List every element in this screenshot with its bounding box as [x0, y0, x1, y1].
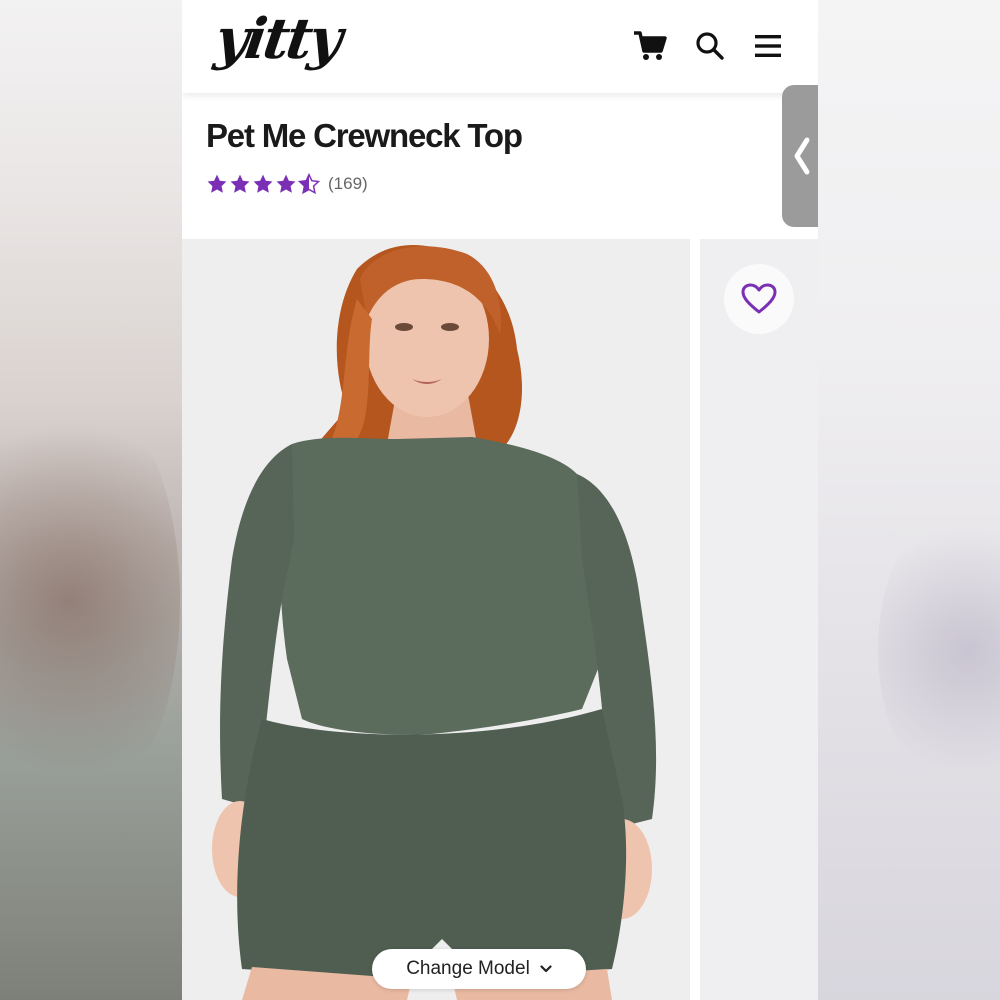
change-model-label: Change Model [406, 958, 530, 979]
chevron-left-icon [794, 137, 810, 175]
menu-icon[interactable] [750, 28, 786, 64]
product-title: Pet Me Crewneck Top [206, 117, 523, 154]
star-icon [253, 174, 273, 193]
phone-screen: yitty Pet Me Crewneck Top (169) Change M… [182, 0, 818, 1000]
star-icon [207, 174, 227, 193]
rating-stars [206, 173, 320, 195]
cart-icon[interactable] [632, 28, 668, 64]
next-photo-peek[interactable] [700, 239, 818, 1000]
search-icon[interactable] [692, 28, 728, 64]
heart-icon [741, 283, 777, 314]
product-header: Pet Me Crewneck Top (169) [182, 93, 818, 239]
star-icon [230, 174, 250, 193]
half-star-icon [298, 173, 320, 195]
product-rating[interactable]: (169) [206, 173, 368, 195]
side-drawer-tab[interactable] [782, 85, 818, 227]
product-gallery[interactable]: Change Model [182, 239, 818, 1000]
star-icon [276, 174, 296, 193]
chevron-down-icon [540, 965, 552, 973]
blurred-background-left [0, 0, 182, 1000]
product-photo[interactable] [182, 239, 690, 1000]
site-header: yitty [182, 0, 818, 93]
review-count[interactable]: (169) [328, 174, 368, 194]
blurred-background-right [818, 0, 1000, 1000]
favorite-button[interactable] [724, 264, 794, 334]
change-model-button[interactable]: Change Model [372, 949, 586, 989]
brand-logo[interactable]: yitty [211, 6, 343, 72]
model-photo-illustration [182, 239, 690, 1000]
